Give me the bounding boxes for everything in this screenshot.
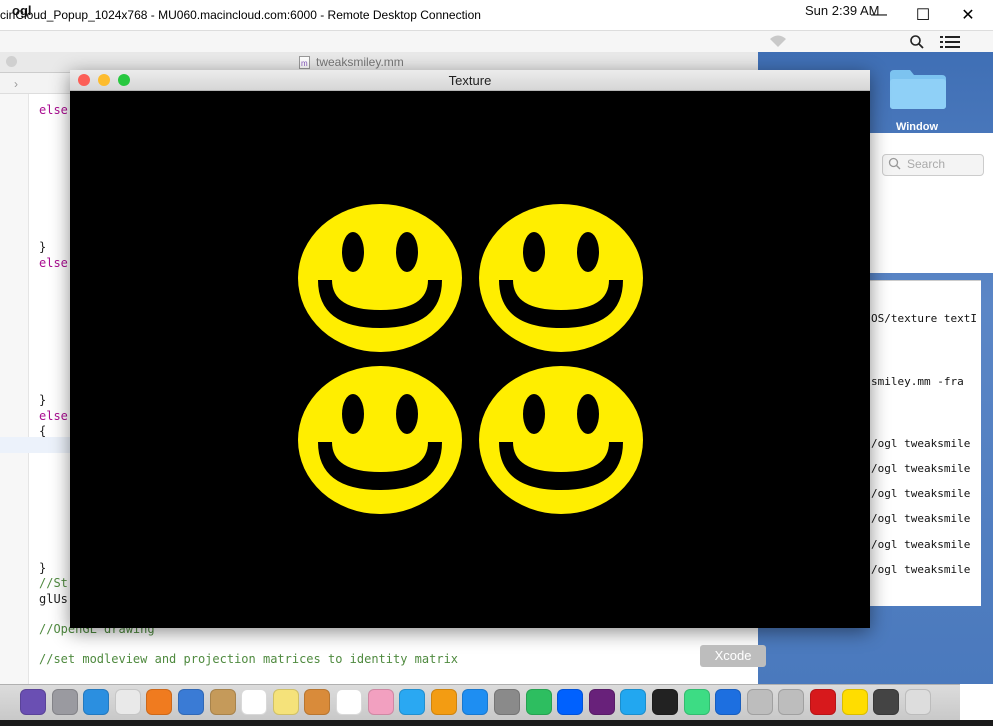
terminal-line: /ogl tweaksmile	[871, 437, 971, 450]
code-line: else	[39, 103, 68, 117]
instruments2-icon[interactable]	[778, 689, 805, 715]
mac-menu-bar	[0, 31, 993, 53]
system-preferences-icon[interactable]	[494, 689, 520, 715]
terminal-line: /ogl tweaksmile	[871, 563, 971, 576]
folder-icon[interactable]	[888, 66, 948, 110]
android-studio-icon[interactable]	[683, 689, 710, 715]
close-button[interactable]: ✕	[945, 0, 991, 30]
visual-studio-icon[interactable]	[588, 689, 615, 715]
taskbar-strip	[0, 720, 993, 726]
terminal-window[interactable]: OS/texture textI smiley.mm -fra /ogl twe…	[868, 280, 981, 606]
texture-window-title: Texture	[448, 73, 492, 88]
terminal-line: /ogl tweaksmile	[871, 512, 971, 525]
smiley-app-icon[interactable]	[841, 689, 868, 715]
launchpad-icon[interactable]	[51, 689, 78, 715]
chrome-icon[interactable]	[114, 689, 141, 715]
instruments-icon[interactable]	[746, 689, 773, 715]
notes-icon[interactable]	[272, 689, 299, 715]
code-line: }	[39, 393, 47, 407]
preview-icon[interactable]	[178, 689, 204, 715]
code-line: //St	[39, 576, 68, 590]
reminders-icon[interactable]	[336, 689, 362, 715]
vscode-icon[interactable]	[620, 689, 647, 715]
photos-browser-icon[interactable]	[304, 689, 331, 715]
terminal-line: /ogl tweaksmile	[871, 538, 971, 551]
siri-icon[interactable]	[20, 689, 46, 715]
terminal-line: /ogl tweaksmile	[871, 487, 971, 500]
firefox-icon[interactable]	[146, 689, 173, 715]
rdp-window-title: cinCloud_Popup_1024x768 - MU060.macinclo…	[0, 8, 481, 22]
contacts-icon[interactable]	[209, 689, 236, 715]
maximize-button[interactable]: ☐	[900, 0, 946, 30]
code-line: glUs	[39, 592, 68, 606]
display-icon[interactable]	[873, 689, 900, 715]
evernote-icon[interactable]	[525, 689, 552, 715]
xcode-close-light[interactable]	[6, 56, 17, 67]
folder-label: Window	[895, 121, 939, 133]
terminal-line: /ogl tweaksmile	[871, 462, 971, 475]
dropbox-icon[interactable]	[557, 689, 584, 715]
trash-icon[interactable]	[904, 689, 931, 715]
code-line: else	[39, 256, 68, 270]
books-icon[interactable]	[430, 689, 457, 715]
code-line: {	[39, 424, 47, 438]
menubar-clock[interactable]: Sun 2:39 AM	[805, 3, 879, 18]
search-placeholder: Search	[907, 157, 946, 171]
xcode-icon[interactable]	[715, 689, 742, 715]
smiley-texture	[298, 204, 643, 514]
line-number-gutter	[0, 94, 29, 684]
code-line: }	[39, 240, 47, 254]
smiley-face	[479, 366, 643, 514]
search-icon	[888, 157, 901, 175]
app-store-icon[interactable]	[462, 689, 489, 715]
smiley-face	[298, 366, 462, 514]
dock-tooltip-text: Xcode	[714, 648, 752, 663]
terminal-line: smiley.mm -fra	[871, 375, 964, 388]
calendar-icon[interactable]	[241, 689, 268, 715]
app-menu-ogl[interactable]: ogl	[12, 3, 32, 18]
acrobat-icon[interactable]	[810, 689, 836, 715]
wifi-icon[interactable]	[768, 33, 788, 54]
code-line: }	[39, 561, 47, 575]
smiley-face	[298, 204, 462, 352]
smiley-face	[479, 204, 643, 352]
code-line: else	[39, 409, 68, 423]
svg-text:m: m	[301, 59, 308, 68]
messages-icon[interactable]	[399, 689, 426, 715]
terminal-line: OS/texture textI	[871, 312, 977, 325]
chevron-right-icon[interactable]: ›	[14, 77, 18, 91]
photos-icon[interactable]	[367, 689, 394, 715]
code-line: //set modleview and projection matrices …	[39, 652, 459, 666]
xcode-filename: tweaksmiley.mm	[316, 55, 404, 69]
terminal-icon[interactable]	[652, 689, 678, 715]
safari-icon[interactable]	[83, 689, 110, 715]
